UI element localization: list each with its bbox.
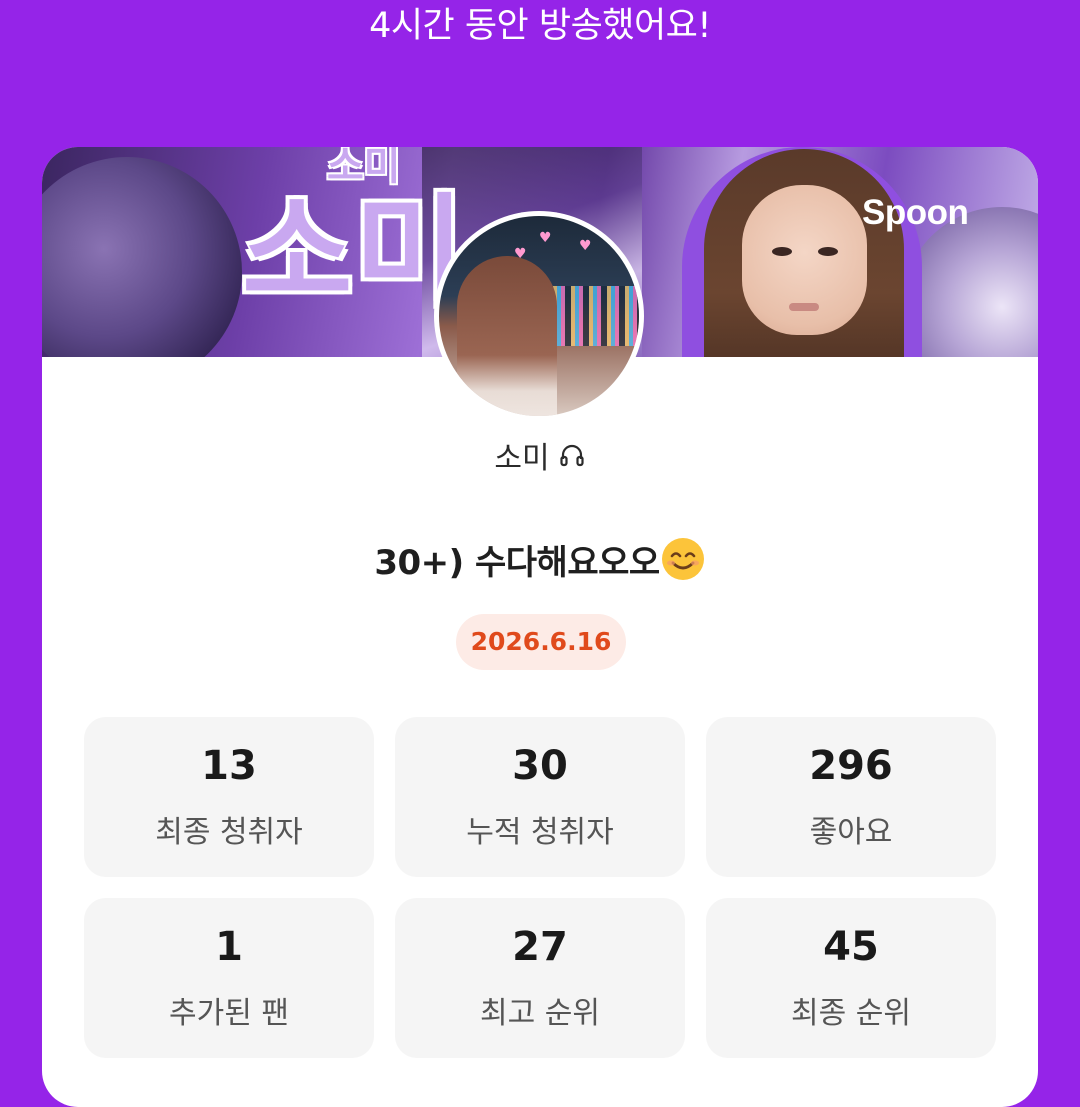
stat-label: 최고 순위 <box>480 996 600 1031</box>
nickname-row[interactable]: 소미 <box>0 437 1080 482</box>
avatar[interactable]: ♥ ♥ ♥ <box>434 211 644 421</box>
stat-label: 최종 순위 <box>791 996 911 1031</box>
heart-icon: ♥ <box>514 246 527 262</box>
stat-total-listeners: 30 누적 청취자 <box>395 717 685 877</box>
avatar-image: ♥ ♥ ♥ <box>439 216 639 416</box>
stat-likes: 296 좋아요 <box>706 717 996 877</box>
stat-best-rank: 27 최고 순위 <box>395 898 685 1058</box>
stat-label: 좋아요 <box>809 815 893 850</box>
banner-big-text: 소미 <box>242 183 467 322</box>
stat-value: 30 <box>512 743 568 789</box>
date-badge: 2026.6.16 <box>456 614 626 670</box>
nickname: 소미 <box>494 441 550 476</box>
stat-label: 추가된 팬 <box>169 996 289 1031</box>
stat-label: 누적 청취자 <box>466 815 614 850</box>
heart-icon: ♥ <box>539 230 552 246</box>
broadcast-title: 30+) 수다해요오오 <box>374 543 660 583</box>
stat-label: 최종 청취자 <box>155 815 303 850</box>
spoon-logo: Spoon <box>862 193 969 232</box>
page-headline: 4시간 동안 방송했어요! <box>369 6 711 46</box>
heart-icon: ♥ <box>579 238 592 254</box>
banner-portrait <box>682 147 922 357</box>
stat-value: 27 <box>512 924 568 970</box>
stat-new-fans: 1 추가된 팬 <box>84 898 374 1058</box>
stat-value: 296 <box>809 743 893 789</box>
stat-value: 45 <box>823 924 879 970</box>
stat-value: 1 <box>215 924 243 970</box>
headphones-icon <box>558 438 586 482</box>
smiling-face-emoji-icon <box>660 536 706 582</box>
stat-value: 13 <box>201 743 257 789</box>
stat-final-listeners: 13 최종 청취자 <box>84 717 374 877</box>
banner-moon-left <box>42 157 242 357</box>
stat-final-rank: 45 최종 순위 <box>706 898 996 1058</box>
broadcast-title-row: 30+) 수다해요오오 <box>0 536 1080 588</box>
